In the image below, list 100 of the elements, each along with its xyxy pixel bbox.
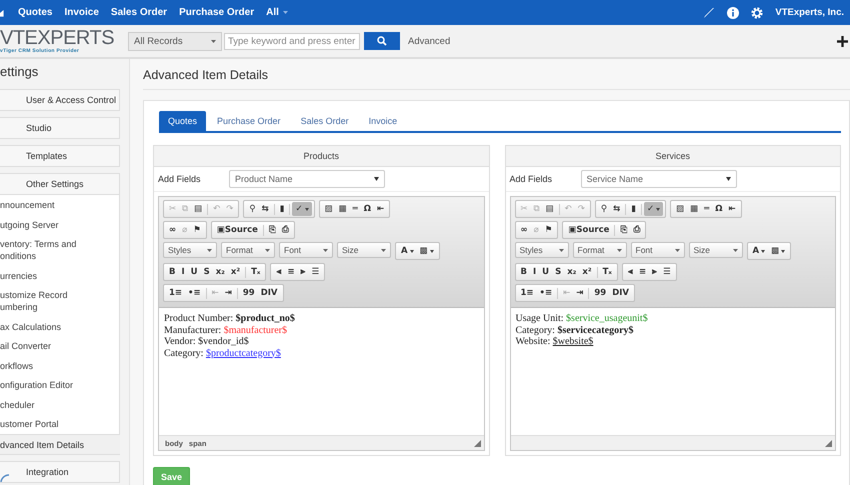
toolbar-dropdown[interactable]: Styles [514,242,568,258]
toolbar-button[interactable]: ⚲ [246,202,259,216]
toolbar-button[interactable]: DIV [609,286,632,300]
field-select[interactable]: Product Name [229,170,385,188]
toolbar-button[interactable]: x₂ [564,265,580,279]
toolbar-button[interactable]: ≡ [284,265,298,279]
tab[interactable]: Sales Order [292,111,358,131]
toolbar-button[interactable]: ⫸ [649,265,660,279]
toolbar-button[interactable]: ▨ [322,202,336,216]
sidebar-item[interactable]: cheduler [0,394,120,414]
nav-link[interactable]: All [266,7,288,18]
sidebar-item[interactable]: nnouncement [0,195,120,214]
search-button[interactable] [364,32,400,50]
field-select[interactable]: Service Name [580,170,736,188]
toolbar-button[interactable]: ⚲ [598,202,610,216]
toolbar-button[interactable]: ▦ [687,202,702,216]
toolbar-button[interactable]: ⇥ [573,286,586,300]
toolbar-button[interactable]: B [518,265,530,279]
toolbar-button[interactable]: ∞ [166,223,180,237]
toolbar-button[interactable]: ⇥ [222,286,235,300]
toolbar-button[interactable]: ⫸ [298,265,309,279]
toolbar-button[interactable]: ▦ [336,202,350,216]
tab[interactable]: Invoice [360,111,406,131]
toolbar-button[interactable]: 99 [591,286,610,300]
toolbar-button[interactable]: x² [579,265,595,279]
advanced-search-link[interactable]: Advanced [408,36,450,46]
sidebar-item[interactable]: ustomize Record umbering [0,285,120,316]
toolbar-button[interactable]: ▮ [628,202,639,216]
sidebar-section-header[interactable]: User & Access Control [0,89,120,111]
settings-icon[interactable] [751,6,764,18]
toolbar-button[interactable]: ≡ [636,265,650,279]
sidebar-item[interactable]: dvanced Item Details [0,434,120,455]
nav-link[interactable]: Sales Order [110,7,168,18]
toolbar-button[interactable]: 1≡ [166,286,186,300]
resize-grip-icon[interactable] [474,440,480,446]
toolbar-button[interactable]: B [166,265,178,279]
toolbar-button[interactable]: ⚑ [542,223,556,237]
toolbar-button[interactable]: ═ [350,202,361,216]
toolbar-dropdown[interactable]: Font [630,242,684,258]
sidebar-section-header[interactable]: Integration [0,461,120,483]
sidebar-item[interactable]: onfiguration Editor [0,375,120,394]
search-field[interactable]: Type keyword and press enter [224,32,360,50]
toolbar-button[interactable]: A [398,244,417,258]
toolbar-dropdown[interactable]: Format [221,242,275,258]
toolbar-button[interactable]: ▩ [416,244,437,258]
toolbar-button[interactable]: ⎘ [266,223,279,237]
toolbar-button[interactable]: x₂ [212,265,228,279]
toolbar-button[interactable]: Ω [712,202,726,216]
toolbar-button[interactable]: ✓ [292,202,312,216]
toolbar-button[interactable]: ⫷ [273,265,284,279]
toolbar-button[interactable]: ∞ [518,223,531,237]
toolbar-button[interactable]: ⎙ [278,223,292,237]
toolbar-button[interactable]: •≡ [185,286,204,300]
toolbar-button[interactable]: ☰ [308,265,322,279]
nav-link[interactable]: Quotes [18,7,52,18]
account-menu[interactable]: VTExperts, Inc. [775,7,844,18]
tab[interactable]: Purchase Order [208,111,290,131]
toolbar-button[interactable]: ▤ [542,202,557,216]
toolbar-dropdown[interactable]: Size [337,242,391,258]
tab[interactable]: Quotes [159,111,206,131]
toolbar-button[interactable]: ▣Source [214,223,261,237]
toolbar-button[interactable]: I [530,265,540,279]
brush-icon[interactable] [703,6,716,18]
sidebar-item[interactable]: ail Converter [0,336,120,356]
sidebar-section-header[interactable]: Other Settings [0,173,120,195]
toolbar-button[interactable]: •≡ [536,286,556,300]
toolbar-button[interactable]: ▮ [276,202,288,216]
toolbar-dropdown[interactable]: Styles [163,242,217,258]
toolbar-button[interactable]: ▤ [191,202,206,216]
sidebar-item[interactable]: ustomer Portal [0,414,120,434]
sidebar-section-header[interactable]: Studio [0,117,120,139]
info-icon[interactable] [727,6,740,18]
toolbar-button[interactable]: ⇤ [374,202,388,216]
toolbar-button[interactable]: ⇆ [610,202,624,216]
sidebar-item[interactable]: ventory: Terms and onditions [0,234,120,266]
toolbar-button[interactable]: S [552,265,564,279]
toolbar-button[interactable]: ═ [701,202,712,216]
toolbar-button[interactable]: ☰ [660,265,674,279]
sidebar-item[interactable]: utgoing Server [0,214,120,234]
toolbar-button[interactable]: ⚑ [190,223,204,237]
toolbar-button[interactable]: x² [228,265,244,279]
sidebar-item[interactable]: orkflows [0,356,120,375]
record-filter-select[interactable]: All Records [128,32,222,50]
toolbar-button[interactable]: ▩ [768,244,788,258]
toolbar-button[interactable]: ⫷ [624,265,636,279]
resize-grip-icon[interactable] [825,440,832,446]
toolbar-button[interactable]: Ω [360,202,374,216]
nav-link[interactable]: Purchase Order [179,7,254,18]
toolbar-button[interactable]: ▨ [673,202,688,216]
toolbar-button[interactable]: ⇤ [726,202,739,216]
toolbar-button[interactable]: ▣Source [565,223,612,237]
toolbar-button[interactable]: Tₓ [248,265,264,279]
sidebar-item[interactable]: urrencies [0,266,120,285]
toolbar-dropdown[interactable]: Font [279,242,333,258]
toolbar-dropdown[interactable]: Size [688,242,742,258]
toolbar-button[interactable]: 1≡ [518,286,537,300]
toolbar-button[interactable]: U [188,265,201,279]
toolbar-button[interactable]: ⎘ [617,223,630,237]
toolbar-button[interactable]: 99 [240,286,258,300]
toolbar-button[interactable]: S [200,265,213,279]
